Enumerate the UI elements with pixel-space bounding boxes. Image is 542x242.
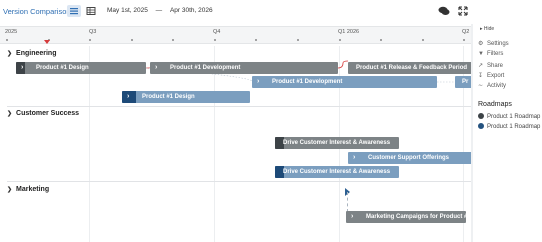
side-panel: ▸ Hide ⚙ Settings ▼ Filters ↗ Share ↧ Export… [474, 24, 542, 242]
roadmap-legend-item[interactable]: Product 1 Roadmap [478, 113, 540, 120]
menu-item-filters[interactable]: ▼ Filters [478, 51, 503, 57]
menu-label: Activity [487, 83, 507, 89]
expand-arrow-icon[interactable]: › [155, 62, 157, 74]
bar-label: Drive Customer Interest & Awareness [283, 169, 391, 175]
roadmap-legend-item[interactable]: Product 1 Roadmap [478, 123, 540, 130]
menu-label: Export [487, 73, 505, 79]
roadmap-swatch [478, 123, 484, 129]
roadmaps-heading: Roadmaps [478, 101, 512, 108]
roadmap-bar[interactable]: › Marketing Campaigns for Product #1 [346, 211, 466, 223]
menu-label: Filters [487, 51, 504, 57]
chevron-down-icon[interactable]: ❯ [7, 110, 12, 117]
roadmap-bar[interactable]: › Product #1 Design [16, 62, 146, 74]
roadmap-label: Product 1 Roadmap [487, 114, 541, 120]
bar-label: Product #1 Design [36, 65, 89, 71]
menu-label: Settings [487, 41, 509, 47]
menu-item-export[interactable]: ↧ Export [478, 72, 504, 79]
bar-label: Marketing Campaigns for Product #1 [366, 214, 466, 220]
menu-item-share[interactable]: ↗ Share [478, 62, 503, 69]
lane-divider [7, 181, 472, 182]
chevron-down-icon[interactable]: ❯ [7, 186, 12, 193]
swimlane-marketing[interactable]: ❯ Marketing [7, 186, 49, 193]
expand-arrow-icon[interactable]: › [127, 91, 129, 103]
roadmap-bar[interactable]: Drive Customer Interest & Awareness [275, 166, 399, 178]
bar-label: Drive Customer Interest & Awareness [283, 140, 391, 146]
roadmap-bar[interactable]: › Product #1 Design [122, 91, 250, 103]
roadmap-bar[interactable]: › Customer Support Offerings [348, 152, 472, 164]
filter-icon: ▼ [478, 51, 484, 57]
bar-label: Product #1 Development [170, 65, 241, 71]
bar-label: Product #1 Release & Feedback Period [356, 65, 468, 71]
menu-item-activity[interactable]: ∼ Activity [478, 82, 506, 89]
share-icon: ↗ [478, 63, 484, 69]
swimlane-label: Marketing [16, 186, 50, 193]
roadmap-bar[interactable]: › Product #1 Development [252, 76, 437, 88]
activity-icon: ∼ [478, 83, 484, 89]
menu-label: Share [487, 63, 504, 69]
bar-label: Customer Support Offerings [368, 155, 450, 161]
roadmap-bar[interactable]: Product #1 Release & Feedback Period [348, 62, 472, 74]
roadmap-bar[interactable]: Pr [455, 76, 472, 88]
expand-arrow-icon[interactable]: › [351, 211, 353, 223]
bar-label: Pr [462, 79, 469, 85]
panel-divider [471, 24, 473, 242]
lane-divider [7, 106, 472, 107]
hide-panel-button[interactable]: ▸ Hide [480, 26, 494, 32]
gear-icon: ⚙ [478, 41, 484, 47]
expand-arrow-icon[interactable]: › [21, 62, 23, 74]
roadmap-swatch [478, 113, 484, 119]
expand-arrow-icon[interactable]: › [257, 76, 259, 88]
download-icon: ↧ [478, 73, 484, 79]
milestone-line [347, 192, 348, 212]
menu-item-settings[interactable]: ⚙ Settings [478, 40, 509, 47]
dependency-connectors [145, 60, 455, 83]
roadmap-bar[interactable]: Drive Customer Interest & Awareness [275, 137, 399, 149]
swimlane-label: Customer Success [16, 110, 80, 117]
roadmap-bar[interactable]: › Product #1 Development [150, 62, 338, 74]
bar-label: Product #1 Development [272, 79, 343, 85]
roadmap-label: Product 1 Roadmap [487, 124, 541, 130]
hide-label: Hide [483, 26, 495, 32]
swimlane-customer-success[interactable]: ❯ Customer Success [7, 110, 79, 117]
expand-arrow-icon[interactable]: › [353, 152, 355, 164]
bar-label: Product #1 Design [142, 94, 195, 100]
